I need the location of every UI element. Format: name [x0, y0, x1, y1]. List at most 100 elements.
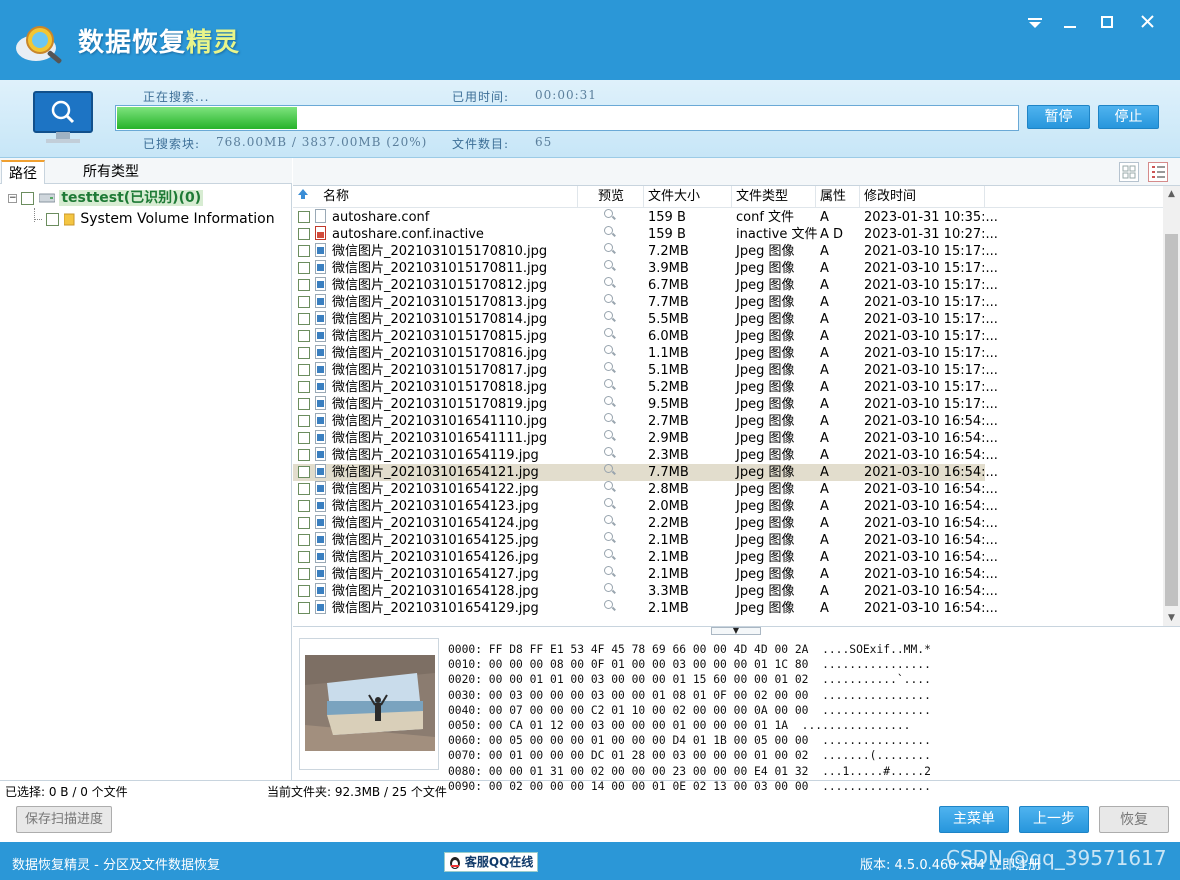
preview-magnifier-icon[interactable]	[604, 345, 613, 354]
file-checkbox[interactable]	[298, 602, 310, 614]
maximize-button[interactable]	[1094, 10, 1120, 36]
preview-magnifier-icon[interactable]	[604, 243, 613, 252]
file-checkbox[interactable]	[298, 211, 310, 223]
file-row[interactable]: 微信图片_202103101654119.jpg 2.3MB Jpeg 图像 A 202…	[293, 447, 998, 464]
file-row[interactable]: 微信图片_2021031015170817.jpg 5.1MB Jpeg 图像 A 20…	[293, 362, 998, 379]
preview-magnifier-icon[interactable]	[604, 328, 613, 337]
column-modified[interactable]: 修改时间	[860, 186, 985, 208]
file-row[interactable]: 微信图片_2021031015170816.jpg 1.1MB Jpeg 图像 A 20…	[293, 345, 998, 362]
file-row[interactable]: 微信图片_2021031016541111.jpg 2.9MB Jpeg 图像 A 20…	[293, 430, 998, 447]
file-checkbox[interactable]	[298, 466, 310, 478]
file-row[interactable]: 微信图片_202103101654122.jpg 2.8MB Jpeg 图像 A 202…	[293, 481, 998, 498]
file-checkbox[interactable]	[298, 483, 310, 495]
file-checkbox[interactable]	[298, 551, 310, 563]
minimize-button[interactable]	[1057, 10, 1083, 36]
file-checkbox[interactable]	[298, 432, 310, 444]
scrollbar-thumb[interactable]	[1165, 234, 1178, 606]
tree-item-checkbox[interactable]	[46, 212, 60, 226]
file-row[interactable]: 微信图片_2021031015170814.jpg 5.5MB Jpeg 图像 A 20…	[293, 311, 998, 328]
file-row[interactable]: 微信图片_2021031015170810.jpg 7.2MB Jpeg 图像 A 20…	[293, 243, 998, 260]
tab-all-types[interactable]: 所有类型	[76, 160, 146, 184]
file-row[interactable]: 微信图片_202103101654121.jpg 7.7MB Jpeg 图像 A 202…	[293, 464, 998, 481]
file-row[interactable]: 微信图片_2021031015170819.jpg 9.5MB Jpeg 图像 A 20…	[293, 396, 998, 413]
file-checkbox[interactable]	[298, 398, 310, 410]
previous-step-button[interactable]: 上一步	[1019, 806, 1089, 833]
file-checkbox[interactable]	[298, 296, 310, 308]
file-row[interactable]: 微信图片_202103101654126.jpg 2.1MB Jpeg 图像 A 202…	[293, 549, 998, 566]
column-name[interactable]: 名称	[319, 186, 578, 208]
file-checkbox[interactable]	[298, 245, 310, 257]
preview-magnifier-icon[interactable]	[604, 379, 613, 388]
sort-up-button[interactable]	[293, 186, 319, 208]
file-row[interactable]: 微信图片_2021031016541110.jpg 2.7MB Jpeg 图像 A 20…	[293, 413, 998, 430]
pause-button[interactable]: 暂停	[1027, 105, 1090, 129]
file-checkbox[interactable]	[298, 585, 310, 597]
tab-path[interactable]: 路径	[1, 160, 45, 184]
file-row[interactable]: 微信图片_2021031015170811.jpg 3.9MB Jpeg 图像 A 20…	[293, 260, 998, 277]
preview-magnifier-icon[interactable]	[604, 209, 613, 218]
column-size[interactable]: 文件大小	[644, 186, 732, 208]
file-row[interactable]: 微信图片_202103101654128.jpg 3.3MB Jpeg 图像 A 202…	[293, 583, 998, 600]
scroll-up-icon[interactable]: ▲	[1163, 186, 1180, 202]
file-list-scrollbar[interactable]: ▲ ▼	[1163, 186, 1180, 626]
file-checkbox[interactable]	[298, 534, 310, 546]
preview-magnifier-icon[interactable]	[604, 481, 613, 490]
file-checkbox[interactable]	[298, 347, 310, 359]
preview-magnifier-icon[interactable]	[604, 549, 613, 558]
tree-root[interactable]: − testtest(已识别)(0)	[8, 188, 204, 208]
file-row[interactable]: 微信图片_2021031015170815.jpg 6.0MB Jpeg 图像 A 20…	[293, 328, 998, 345]
file-row[interactable]: 微信图片_2021031015170818.jpg 5.2MB Jpeg 图像 A 20…	[293, 379, 998, 396]
file-row[interactable]: 微信图片_202103101654127.jpg 2.1MB Jpeg 图像 A 202…	[293, 566, 998, 583]
file-checkbox[interactable]	[298, 568, 310, 580]
preview-magnifier-icon[interactable]	[604, 532, 613, 541]
stop-button[interactable]: 停止	[1098, 105, 1159, 129]
file-row[interactable]: autoshare.conf 159 B conf 文件 A 2023-01-31 10…	[293, 209, 998, 226]
main-menu-button[interactable]: 主菜单	[939, 806, 1009, 833]
preview-magnifier-icon[interactable]	[604, 362, 613, 371]
preview-magnifier-icon[interactable]	[604, 413, 613, 422]
file-checkbox[interactable]	[298, 381, 310, 393]
preview-magnifier-icon[interactable]	[604, 515, 613, 524]
qq-support-button[interactable]: 客服QQ在线	[444, 852, 538, 872]
file-row[interactable]: autoshare.conf.inactive 159 B inactive 文件 A…	[293, 226, 998, 243]
file-row[interactable]: 微信图片_202103101654129.jpg 2.1MB Jpeg 图像 A 202…	[293, 600, 998, 617]
preview-splitter[interactable]: ▼	[293, 626, 1180, 636]
file-checkbox[interactable]	[298, 279, 310, 291]
file-row[interactable]: 微信图片_2021031015170812.jpg 6.7MB Jpeg 图像 A 20…	[293, 277, 998, 294]
preview-magnifier-icon[interactable]	[604, 396, 613, 405]
preview-magnifier-icon[interactable]	[604, 566, 613, 575]
file-checkbox[interactable]	[298, 500, 310, 512]
preview-magnifier-icon[interactable]	[604, 430, 613, 439]
preview-magnifier-icon[interactable]	[604, 498, 613, 507]
recover-button[interactable]: 恢复	[1099, 806, 1169, 833]
preview-magnifier-icon[interactable]	[604, 294, 613, 303]
file-checkbox[interactable]	[298, 415, 310, 427]
preview-magnifier-icon[interactable]	[604, 311, 613, 320]
close-button[interactable]	[1134, 10, 1160, 36]
tree-root-checkbox[interactable]	[21, 191, 35, 205]
preview-magnifier-icon[interactable]	[604, 260, 613, 269]
dropdown-menu-button[interactable]	[1022, 10, 1048, 36]
collapse-preview-icon[interactable]: ▼	[711, 627, 761, 635]
preview-magnifier-icon[interactable]	[604, 583, 613, 592]
column-attr[interactable]: 属性	[816, 186, 860, 208]
file-row[interactable]: 微信图片_202103101654124.jpg 2.2MB Jpeg 图像 A 202…	[293, 515, 998, 532]
file-checkbox[interactable]	[298, 330, 310, 342]
collapse-icon[interactable]: −	[8, 193, 17, 203]
preview-magnifier-icon[interactable]	[604, 277, 613, 286]
list-view-button[interactable]	[1148, 162, 1168, 182]
file-checkbox[interactable]	[298, 449, 310, 461]
file-row[interactable]: 微信图片_202103101654125.jpg 2.1MB Jpeg 图像 A 202…	[293, 532, 998, 549]
tree-item-system-volume[interactable]: System Volume Information	[34, 209, 275, 229]
scroll-down-icon[interactable]: ▼	[1163, 610, 1180, 626]
preview-magnifier-icon[interactable]	[604, 447, 613, 456]
file-checkbox[interactable]	[298, 262, 310, 274]
preview-magnifier-icon[interactable]	[604, 600, 613, 609]
column-type[interactable]: 文件类型	[732, 186, 816, 208]
file-row[interactable]: 微信图片_2021031015170813.jpg 7.7MB Jpeg 图像 A 20…	[293, 294, 998, 311]
preview-magnifier-icon[interactable]	[604, 226, 613, 235]
preview-magnifier-icon[interactable]	[604, 464, 613, 473]
file-checkbox[interactable]	[298, 228, 310, 240]
file-checkbox[interactable]	[298, 517, 310, 529]
file-checkbox[interactable]	[298, 313, 310, 325]
